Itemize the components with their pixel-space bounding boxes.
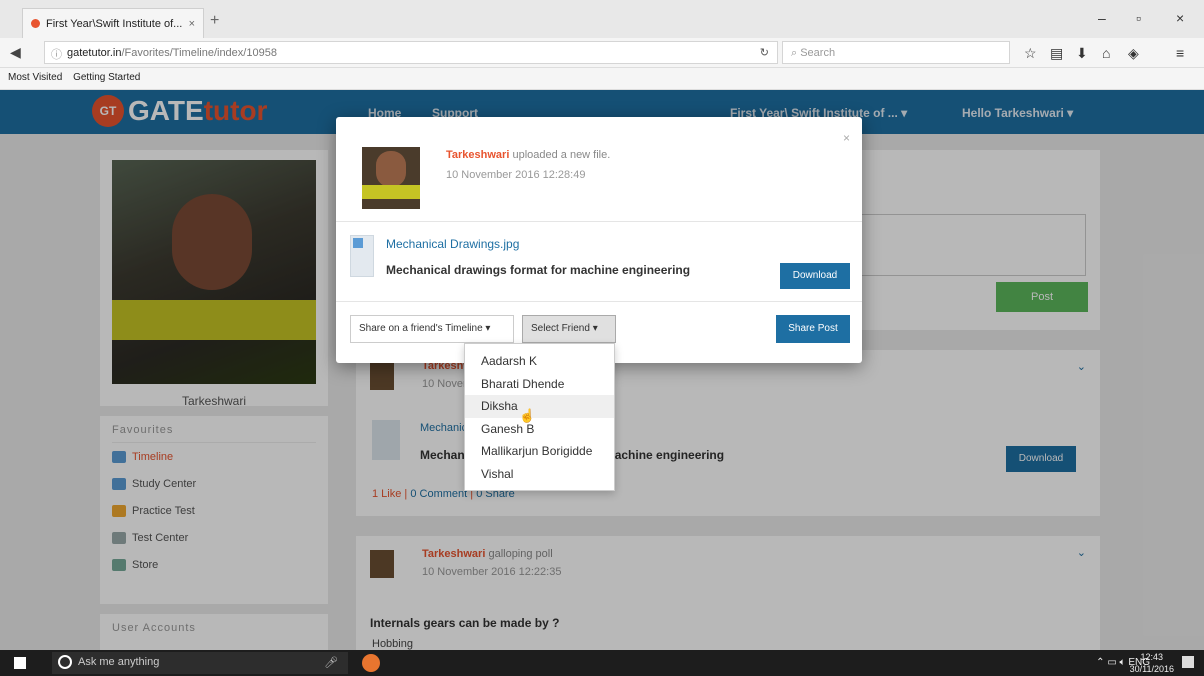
microphone-icon[interactable]: 🎤︎	[324, 656, 338, 669]
clock-time: 12:43	[1140, 652, 1164, 662]
browser-tab-bar: First Year\Swift Institute of... × + – ▫…	[0, 0, 1204, 38]
divider	[336, 301, 862, 302]
back-arrow-icon[interactable]: ◀	[10, 44, 21, 61]
cortana-placeholder: Ask me anything	[78, 656, 160, 668]
file-icon	[350, 235, 374, 277]
window-close-button[interactable]: ×	[1176, 10, 1184, 26]
url-bar[interactable]: ⓘ gatetutor.in/Favorites/Timeline/index/…	[44, 41, 778, 64]
friend-option-vishal[interactable]: Vishal	[465, 463, 614, 486]
minimize-button[interactable]: –	[1098, 10, 1106, 26]
downloads-icon[interactable]: ⬇	[1076, 45, 1088, 62]
download-button[interactable]: Download	[780, 263, 850, 289]
url-path: /Favorites/Timeline/index/10958	[121, 47, 277, 59]
share-post-button[interactable]: Share Post	[776, 315, 850, 343]
home-icon[interactable]: ⌂	[1102, 45, 1110, 61]
browser-search-field[interactable]: ⌕ Search	[782, 41, 1010, 64]
modal-date: 10 November 2016 12:28:49	[446, 169, 586, 181]
search-icon: ⌕	[791, 47, 801, 59]
friend-option-diksha[interactable]: Diksha	[465, 395, 614, 418]
tab-close-icon[interactable]: ×	[189, 18, 195, 30]
browser-nav-bar: ◀ ⓘ gatetutor.in/Favorites/Timeline/inde…	[0, 38, 1204, 68]
divider	[336, 221, 862, 222]
search-placeholder: Search	[800, 47, 836, 59]
firefox-icon[interactable]	[362, 654, 380, 672]
modal-description: Mechanical drawings format for machine e…	[386, 263, 691, 277]
friend-option-aadarsh[interactable]: Aadarsh K	[465, 350, 614, 373]
maximize-button[interactable]: ▫	[1136, 10, 1141, 26]
windows-taskbar: Ask me anything 🎤︎ ⌃ ▭ 🔈︎ ENG 12:43 30/1…	[0, 650, 1204, 676]
select-friend-button[interactable]: Select Friend ▾	[522, 315, 616, 343]
share-target-select[interactable]: Share on a friend's Timeline ▾	[350, 315, 514, 343]
modal-file-name[interactable]: Mechanical Drawings.jpg	[386, 237, 519, 251]
info-icon[interactable]: ⓘ	[51, 46, 62, 62]
friend-option-bharati[interactable]: Bharati Dhende	[465, 373, 614, 396]
close-icon[interactable]: ×	[843, 131, 850, 145]
mouse-pointer-icon: ☝	[519, 408, 536, 423]
tab-title: First Year\Swift Institute of...	[46, 17, 183, 30]
author-avatar[interactable]	[362, 147, 420, 209]
notifications-icon[interactable]	[1182, 656, 1194, 668]
taskbar-clock[interactable]: 12:43 30/11/2016	[1130, 651, 1174, 675]
reload-icon[interactable]: ↻	[760, 46, 769, 59]
bookmarks-bar: Most Visited Getting Started	[0, 68, 1204, 90]
clock-date: 30/11/2016	[1129, 664, 1174, 674]
pocket-icon[interactable]: ◈	[1128, 45, 1139, 62]
url-domain: gatetutor.in	[67, 47, 122, 59]
cortana-search-box[interactable]: Ask me anything 🎤︎	[52, 652, 348, 674]
hamburger-menu-icon[interactable]: ≡	[1176, 45, 1184, 61]
share-post-modal: × Tarkeshwari uploaded a new file. 10 No…	[336, 117, 862, 363]
modal-author-line: Tarkeshwari uploaded a new file.	[446, 149, 611, 161]
friend-option-ganesh[interactable]: Ganesh B	[465, 418, 614, 441]
friend-option-mallikarjun[interactable]: Mallikarjun Borigidde	[465, 440, 614, 463]
modal-author[interactable]: Tarkeshwari	[446, 149, 509, 161]
bookmark-most-visited[interactable]: Most Visited	[8, 72, 62, 83]
reading-list-icon[interactable]: ▤	[1050, 45, 1063, 62]
cortana-icon	[58, 655, 72, 669]
browser-tab[interactable]: First Year\Swift Institute of... ×	[22, 8, 204, 38]
windows-start-icon[interactable]	[14, 657, 26, 669]
friend-dropdown-menu: Aadarsh K Bharati Dhende Diksha Ganesh B…	[464, 343, 615, 491]
bookmark-star-icon[interactable]: ☆	[1024, 45, 1037, 62]
new-tab-button[interactable]: +	[210, 12, 219, 30]
site-favicon-icon	[31, 19, 40, 28]
bookmark-getting-started[interactable]: Getting Started	[73, 72, 140, 83]
